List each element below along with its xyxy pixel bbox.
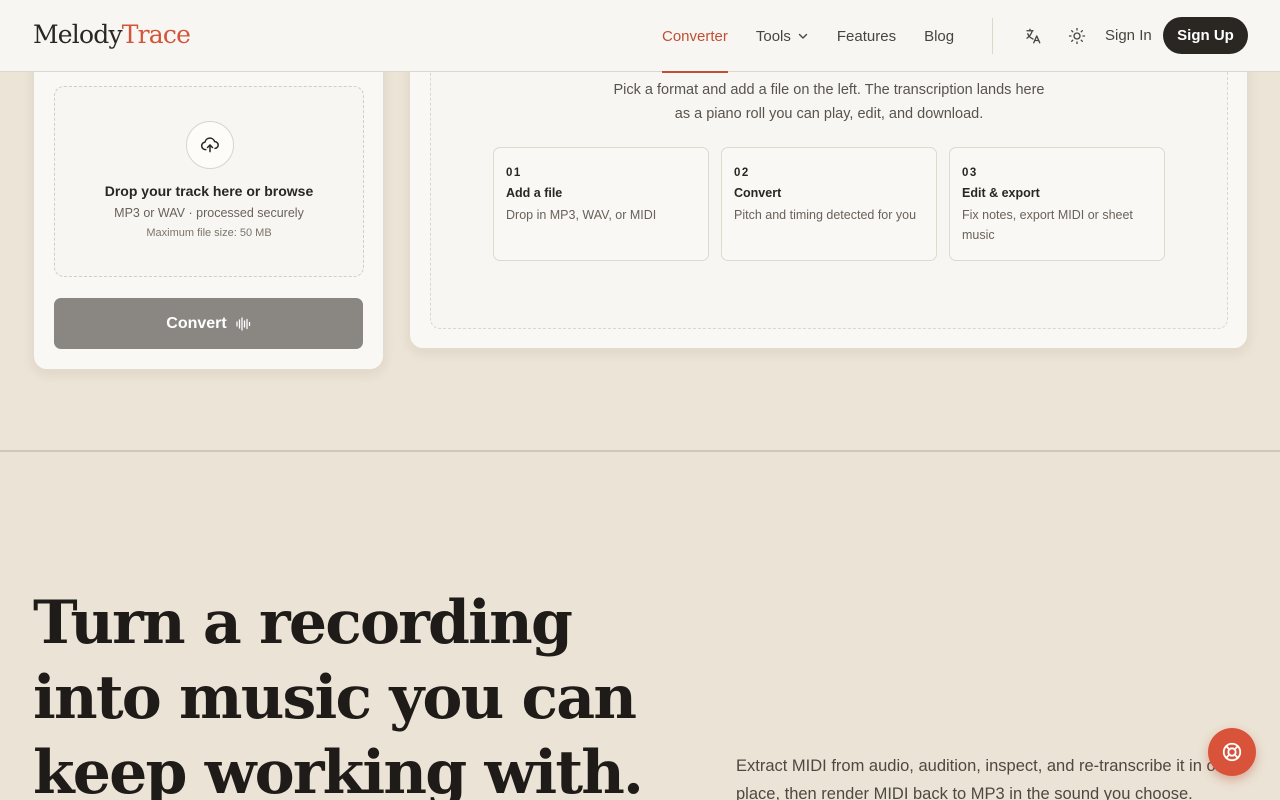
step-number: 01	[506, 167, 522, 179]
section-divider	[0, 450, 1280, 452]
file-dropzone[interactable]: Drop your track here or browse MP3 or WA…	[54, 86, 364, 277]
hero-title-line-1: Turn a recording	[33, 588, 573, 658]
max-file-size: Maximum file size: 50 MB	[146, 227, 272, 239]
top-header: MelodyTrace Converter Tools Features Blo…	[0, 0, 1280, 73]
hero-title-line-3: keep working with.	[33, 738, 644, 800]
brand-name-primary: Melody	[33, 20, 123, 49]
step-title: Convert	[734, 186, 782, 200]
translate-icon[interactable]	[1021, 24, 1045, 48]
nav-features[interactable]: Features	[837, 0, 896, 72]
step-card-2: 02 Convert Pitch and timing detected for…	[721, 147, 937, 261]
chevron-down-icon	[798, 33, 808, 39]
nav-tools-label: Tools	[755, 27, 791, 45]
lifebuoy-icon	[1222, 742, 1242, 762]
brand-name-accent: Trace	[121, 20, 191, 49]
step-description: Pitch and timing detected for you	[734, 208, 917, 222]
upload-card: Drop your track here or browse MP3 or WA…	[33, 40, 384, 370]
step-description: Drop in MP3, WAV, or MIDI	[506, 208, 657, 222]
sign-up-button[interactable]: Sign Up	[1163, 17, 1248, 54]
hero-description: Extract MIDI from audio, audition, inspe…	[736, 757, 1234, 800]
dropzone-title: Drop your track here or browse	[104, 183, 314, 199]
dropzone-subtitle: MP3 or WAV · processed securely	[114, 206, 304, 220]
hero-title: Turn a recording into music you can keep…	[33, 586, 683, 800]
nav-converter[interactable]: Converter	[662, 0, 728, 73]
result-line-2: as a piano roll you can play, edit, and …	[674, 106, 984, 122]
sign-in-link[interactable]: Sign In	[1105, 27, 1152, 44]
convert-button[interactable]: Convert	[54, 298, 363, 349]
sun-icon[interactable]	[1065, 24, 1089, 48]
result-placeholder: Pick a format and add a file on the left…	[430, 31, 1228, 329]
hero-title-line-2: into music you can	[33, 663, 637, 733]
result-line-1: Pick a format and add a file on the left…	[613, 82, 1045, 98]
help-button[interactable]	[1208, 728, 1256, 776]
convert-label: Convert	[166, 314, 227, 332]
cloud-upload-icon	[186, 121, 234, 169]
result-description: Pick a format and add a file on the left…	[431, 78, 1227, 126]
step-description: Fix notes, export MIDI or sheet music	[962, 208, 1133, 242]
main-nav: Converter Tools Features Blog	[662, 0, 982, 73]
step-title: Edit & export	[962, 186, 1040, 200]
step-card-3: 03 Edit & export Fix notes, export MIDI …	[949, 147, 1165, 261]
brand-logo[interactable]: MelodyTrace	[33, 20, 191, 49]
result-card: Pick a format and add a file on the left…	[409, 31, 1248, 349]
header-divider	[992, 18, 993, 54]
nav-blog[interactable]: Blog	[924, 0, 954, 72]
waveform-icon	[236, 316, 250, 331]
step-title: Add a file	[506, 186, 563, 200]
nav-tools[interactable]: Tools	[756, 0, 809, 72]
step-number: 02	[734, 167, 750, 179]
step-card-1: 01 Add a file Drop in MP3, WAV, or MIDI	[493, 147, 709, 261]
step-number: 03	[962, 167, 978, 179]
